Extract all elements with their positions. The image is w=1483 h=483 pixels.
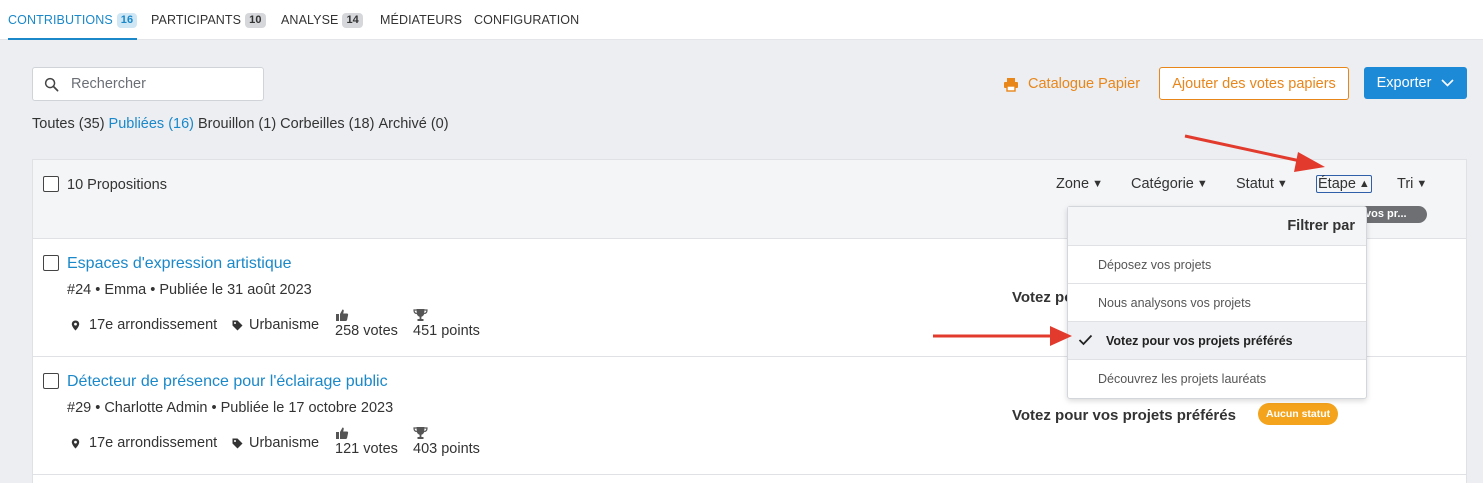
tab-label: CONTRIBUTIONS xyxy=(8,13,113,27)
zone-label: 17e arrondissement xyxy=(89,435,218,451)
tab-count-badge: 10 xyxy=(245,12,266,28)
status-filter-published[interactable]: Publiées (16) xyxy=(109,116,194,132)
tab-count-badge: 16 xyxy=(116,12,138,28)
option-label: Déposez vos projets xyxy=(1098,257,1212,272)
caret-up-icon: ▲ xyxy=(1358,178,1370,190)
tab-label: ANALYSE xyxy=(281,13,339,27)
step-filter-dropdown: Filtrer par Déposez vos projets Nous ana… xyxy=(1067,206,1367,399)
category-label: Urbanisme xyxy=(249,435,320,451)
proposal-points: 403 points xyxy=(413,425,480,457)
points-count: 403 points xyxy=(413,441,480,457)
filter-status-label: Statut xyxy=(1236,176,1274,192)
proposal-category: Urbanisme xyxy=(232,317,319,333)
trophy-icon xyxy=(413,427,428,439)
status-filter-bar: Toutes (35) Publiées (16) Brouillon (1) … xyxy=(32,116,449,132)
filter-step-label: Étape xyxy=(1318,176,1356,192)
dropdown-option-selected[interactable]: Votez pour vos projets préférés xyxy=(1068,322,1366,360)
category-label: Urbanisme xyxy=(249,317,320,333)
dropdown-header: Filtrer par xyxy=(1068,207,1366,246)
proposal-points: 451 points xyxy=(413,307,480,339)
option-label: Nous analysons vos projets xyxy=(1098,295,1251,310)
proposal-zone: 17e arrondissement xyxy=(71,317,217,333)
proposal-count: 10 Propositions xyxy=(67,177,167,193)
proposal-step: Votez pour vos projets préférés xyxy=(1012,407,1236,424)
filter-category-label: Catégorie xyxy=(1131,176,1194,192)
search-icon xyxy=(44,77,59,91)
caret-down-icon: ▼ xyxy=(1196,178,1208,190)
filter-step[interactable]: Étape ▲ xyxy=(1316,175,1372,193)
catalog-papier-link[interactable]: Catalogue Papier xyxy=(1003,67,1140,101)
tab-label: PARTICIPANTS xyxy=(151,13,242,27)
proposal-category: Urbanisme xyxy=(232,435,319,451)
export-label: Exporter xyxy=(1376,75,1432,91)
export-button[interactable]: Exporter xyxy=(1364,67,1467,99)
dropdown-option[interactable]: Nous analysons vos projets xyxy=(1068,284,1366,322)
tab-configuration[interactable]: CONFIGURATION xyxy=(474,0,579,40)
points-count: 451 points xyxy=(413,323,480,339)
chevron-down-icon xyxy=(1441,79,1454,87)
caret-down-icon: ▼ xyxy=(1092,178,1103,190)
tag-icon xyxy=(232,438,243,448)
search-input[interactable] xyxy=(71,76,241,92)
row-checkbox[interactable] xyxy=(43,373,59,389)
row-checkbox[interactable] xyxy=(43,255,59,271)
tab-analyse[interactable]: ANALYSE 14 xyxy=(281,0,363,40)
status-filter-all[interactable]: Toutes (35) xyxy=(32,116,105,132)
status-filter-draft[interactable]: Brouillon (1) xyxy=(198,116,276,132)
proposal-title-link[interactable]: Détecteur de présence pour l'éclairage p… xyxy=(67,373,388,391)
select-all-checkbox[interactable] xyxy=(43,176,59,192)
check-icon xyxy=(1078,334,1093,346)
map-pin-icon xyxy=(71,320,80,330)
filter-zone[interactable]: Zone ▼ xyxy=(1056,176,1103,192)
proposal-votes: 258 votes xyxy=(335,307,398,339)
tab-label: MÉDIATEURS xyxy=(380,13,463,27)
tab-contributions[interactable]: CONTRIBUTIONS 16 xyxy=(8,0,138,40)
votes-count: 258 votes xyxy=(335,323,398,339)
top-tab-bar: CONTRIBUTIONS 16 PARTICIPANTS 10 ANALYSE… xyxy=(0,0,1483,40)
proposal-meta: #29 • Charlotte Admin • Publiée le 17 oc… xyxy=(67,400,394,416)
tag-icon xyxy=(232,320,243,330)
status-filter-trash[interactable]: Corbeilles (18) xyxy=(280,116,374,132)
filter-status[interactable]: Statut ▼ xyxy=(1236,176,1288,192)
printer-icon xyxy=(1004,77,1018,92)
search-box xyxy=(32,67,264,101)
tab-count-badge: 14 xyxy=(342,12,363,28)
add-paper-votes-button[interactable]: Ajouter des votes papiers xyxy=(1159,67,1349,100)
dropdown-option[interactable]: Découvrez les projets lauréats xyxy=(1068,360,1366,398)
status-filter-archived[interactable]: Archivé (0) xyxy=(378,116,448,132)
proposal-step: Votez po xyxy=(1012,289,1074,306)
map-pin-icon xyxy=(71,438,80,448)
tab-label: CONFIGURATION xyxy=(474,13,580,27)
step-filter-pill-label: vos pr... xyxy=(1365,208,1407,220)
tab-participants[interactable]: PARTICIPANTS 10 xyxy=(151,0,266,40)
caret-down-icon: ▼ xyxy=(1416,178,1428,190)
status-badge: Aucun statut xyxy=(1258,403,1339,425)
proposal-meta: #24 • Emma • Publiée le 31 août 2023 xyxy=(67,282,312,298)
zone-label: 17e arrondissement xyxy=(89,317,218,333)
dropdown-option[interactable]: Déposez vos projets xyxy=(1068,246,1366,284)
votes-count: 121 votes xyxy=(335,441,398,457)
thumbs-up-icon xyxy=(336,309,349,321)
tab-mediateurs[interactable]: MÉDIATEURS xyxy=(380,0,462,40)
filter-sort-label: Tri xyxy=(1397,176,1414,192)
filter-sort[interactable]: Tri ▼ xyxy=(1397,176,1427,192)
filter-zone-label: Zone xyxy=(1056,176,1090,192)
catalog-label: Catalogue Papier xyxy=(1028,76,1141,92)
thumbs-up-icon xyxy=(336,427,349,439)
filter-category[interactable]: Catégorie ▼ xyxy=(1131,176,1208,192)
proposal-zone: 17e arrondissement xyxy=(71,435,217,451)
option-label: Découvrez les projets lauréats xyxy=(1098,372,1267,386)
caret-down-icon: ▼ xyxy=(1276,178,1288,190)
proposal-votes: 121 votes xyxy=(335,425,398,457)
trophy-icon xyxy=(413,309,428,321)
proposal-title-link[interactable]: Espaces d'expression artistique xyxy=(67,255,292,273)
option-label: Votez pour vos projets préférés xyxy=(1106,333,1293,348)
